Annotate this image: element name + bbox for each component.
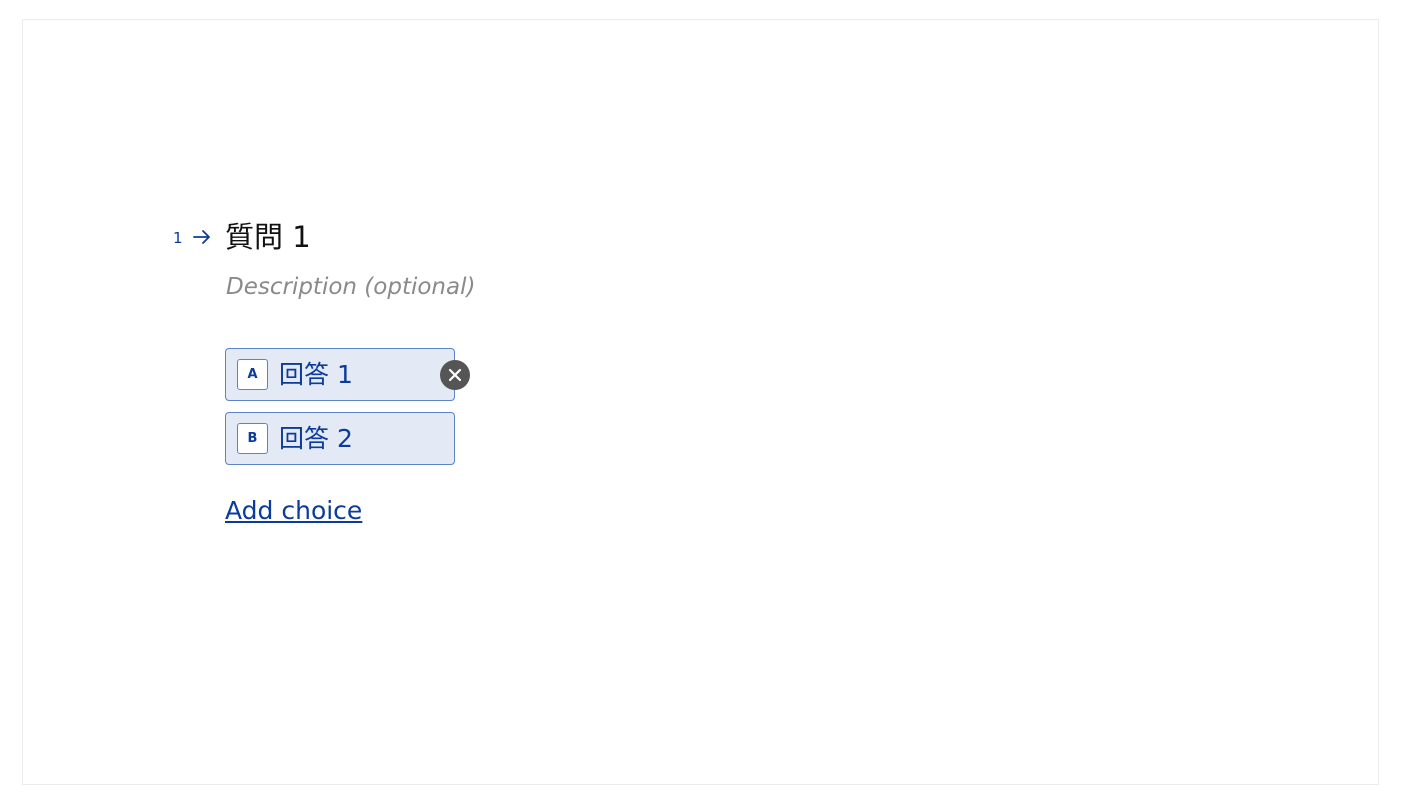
close-icon: [448, 368, 462, 382]
choice-option-b[interactable]: B 回答 2: [225, 412, 455, 465]
choice-option-a[interactable]: A 回答 1: [225, 348, 470, 401]
question-description-input[interactable]: Description (optional): [226, 272, 475, 302]
choice-key-badge: A: [237, 359, 268, 390]
choice-label[interactable]: 回答 1: [279, 360, 353, 390]
form-canvas: 1 質問 1 Description (optional) A 回答 1 B 回…: [22, 19, 1379, 785]
choice-list: A 回答 1 B 回答 2: [225, 348, 470, 476]
arrow-right-icon: [191, 228, 213, 246]
add-choice-link[interactable]: Add choice: [225, 495, 362, 527]
question-header: 1 質問 1: [173, 217, 311, 257]
choice-label[interactable]: 回答 2: [279, 424, 353, 454]
remove-choice-button[interactable]: [440, 360, 470, 390]
choice-key-badge: B: [237, 423, 268, 454]
question-title[interactable]: 質問 1: [225, 217, 311, 257]
question-number: 1: [173, 229, 183, 247]
